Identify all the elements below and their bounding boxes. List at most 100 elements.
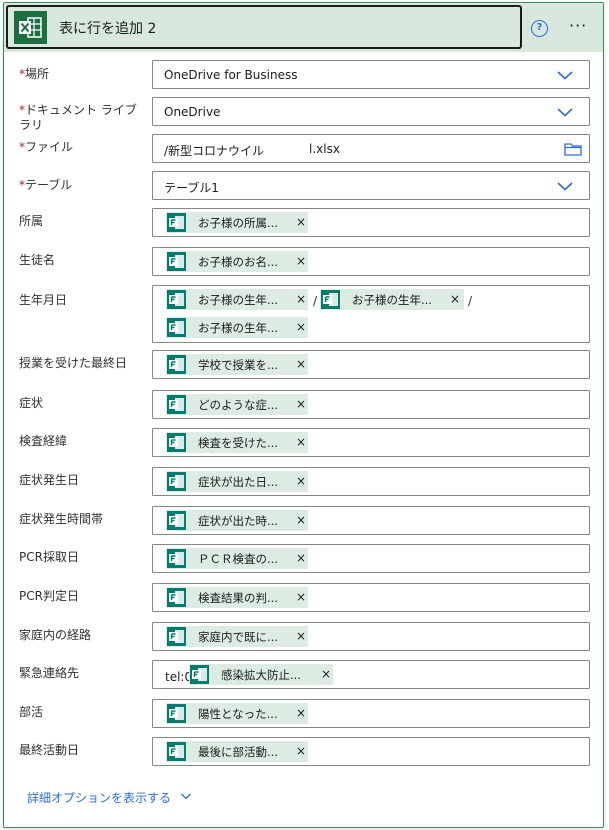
dynamic-content-token[interactable]: ＰＣＲ検査の... × (166, 548, 308, 569)
dynamic-content-token[interactable]: お子様のお名... × (166, 251, 308, 272)
forms-icon (167, 290, 186, 309)
emergency-contact-label: 緊急連絡先 (19, 666, 80, 680)
token-label: どのような症... (198, 398, 278, 412)
remove-token-icon[interactable]: × (296, 551, 306, 565)
dynamic-content-token[interactable]: 検査を受けた... × (166, 432, 308, 453)
location-dropdown[interactable]: OneDrive for Business (152, 60, 590, 89)
birthdate-input[interactable]: お子様の生年... × / お子様の生年... × / お子様の生年... × (152, 285, 590, 343)
dynamic-content-token[interactable]: 学校で授業を... × (166, 354, 308, 375)
chevron-down-icon[interactable] (556, 106, 574, 118)
table-dropdown[interactable]: テーブル1 (152, 171, 590, 200)
table-label: *テーブル (19, 178, 73, 192)
dynamic-content-token[interactable]: お子様の生年... × (166, 289, 308, 310)
dynamic-content-token[interactable]: 症状が出た時... × (166, 510, 308, 531)
forms-icon (167, 627, 186, 646)
more-options-icon[interactable]: ··· (569, 17, 593, 37)
token-label: 最後に部活動... (198, 745, 278, 759)
remove-token-icon[interactable]: × (321, 667, 331, 681)
dynamic-content-token[interactable]: 感染拡大防止... × (189, 664, 333, 685)
remove-token-icon[interactable]: × (296, 474, 306, 488)
action-card: 表に行を追加 2 ? ··· *場所 OneDrive for Business… (3, 2, 604, 828)
token-label: ＰＣＲ検査の... (198, 552, 278, 566)
last-class-label: 授業を受けた最終日 (19, 356, 128, 370)
library-label: *ドキュメント ライブラリ (19, 103, 137, 132)
last-activity-input[interactable]: 最後に部活動... × (152, 737, 590, 766)
card-title-bar[interactable]: 表に行を追加 2 (6, 5, 522, 49)
club-input[interactable]: 陽性となった... × (152, 699, 590, 728)
remove-token-icon[interactable]: × (296, 357, 306, 371)
dynamic-content-token[interactable]: 陽性となった... × (166, 703, 308, 724)
file-label: *ファイル (19, 140, 74, 154)
remove-token-icon[interactable]: × (296, 215, 306, 229)
dynamic-content-token[interactable]: お子様の所属... × (166, 212, 308, 233)
forms-icon (167, 433, 186, 452)
dynamic-content-token[interactable]: 検査結果の判... × (166, 587, 308, 608)
forms-icon (167, 318, 186, 337)
remove-token-icon[interactable]: × (296, 744, 306, 758)
home-route-input[interactable]: 家庭内で既に... × (152, 622, 590, 651)
token-label: 症状が出た時... (198, 514, 278, 528)
token-label: お子様の生年... (198, 321, 278, 335)
card-header: 表に行を追加 2 ? ··· (4, 3, 603, 52)
token-label: 検査を受けた... (198, 436, 278, 450)
dynamic-content-token[interactable]: どのような症... × (166, 394, 308, 415)
dynamic-content-token[interactable]: お子様の生年... × (320, 289, 464, 310)
symptoms-input[interactable]: どのような症... × (152, 390, 590, 419)
date-separator: / (468, 294, 473, 308)
symptoms-label: 症状 (19, 396, 44, 410)
token-label: お子様の所属... (198, 216, 278, 230)
forms-icon (167, 395, 186, 414)
chevron-down-icon[interactable] (556, 69, 574, 81)
dynamic-content-token[interactable]: 家庭内で既に... × (166, 626, 308, 647)
remove-token-icon[interactable]: × (296, 292, 306, 306)
dynamic-content-token[interactable]: 最後に部活動... × (166, 741, 308, 762)
forms-icon (167, 704, 186, 723)
forms-icon (167, 213, 186, 232)
dynamic-content-token[interactable]: お子様の生年... × (166, 317, 308, 338)
remove-token-icon[interactable]: × (296, 320, 306, 334)
location-value: OneDrive for Business (164, 68, 298, 82)
library-value: OneDrive (164, 105, 221, 119)
token-label: お子様の生年... (352, 293, 432, 307)
emergency-contact-input[interactable]: tel:0 感染拡大防止... × (152, 660, 590, 689)
remove-token-icon[interactable]: × (296, 629, 306, 643)
card-title[interactable]: 表に行を追加 2 (59, 18, 156, 38)
onset-time-input[interactable]: 症状が出た時... × (152, 506, 590, 535)
folder-icon[interactable] (564, 142, 582, 156)
token-label: 検査結果の判... (198, 591, 278, 605)
show-advanced-options-link[interactable]: 詳細オプションを表示する (27, 789, 171, 806)
dynamic-content-token[interactable]: 症状が出た日... × (166, 471, 308, 492)
library-dropdown[interactable]: OneDrive (152, 97, 590, 126)
chevron-down-icon[interactable] (180, 792, 192, 801)
onset-date-label: 症状発生日 (19, 473, 80, 487)
remove-token-icon[interactable]: × (296, 435, 306, 449)
test-history-input[interactable]: 検査を受けた... × (152, 428, 590, 457)
student-name-input[interactable]: お子様のお名... × (152, 247, 590, 276)
date-separator: / (313, 294, 318, 308)
pcr-date-input[interactable]: ＰＣＲ検査の... × (152, 544, 590, 573)
remove-token-icon[interactable]: × (296, 254, 306, 268)
forms-icon (167, 549, 186, 568)
help-icon[interactable]: ? (531, 20, 548, 37)
forms-icon (167, 742, 186, 761)
token-label: 陽性となった... (198, 707, 278, 721)
location-label: *場所 (19, 67, 50, 81)
forms-icon (321, 290, 340, 309)
token-label: お子様の生年... (198, 293, 278, 307)
pcr-date-label: PCR採取日 (19, 550, 79, 564)
onset-date-input[interactable]: 症状が出た日... × (152, 467, 590, 496)
remove-token-icon[interactable]: × (450, 292, 460, 306)
affiliation-input[interactable]: お子様の所属... × (152, 208, 590, 237)
token-label: 家庭内で既に... (198, 630, 278, 644)
pcr-result-date-input[interactable]: 検査結果の判... × (152, 583, 590, 612)
remove-token-icon[interactable]: × (296, 397, 306, 411)
last-activity-label: 最終活動日 (19, 743, 80, 757)
chevron-down-icon[interactable] (556, 180, 574, 192)
file-picker[interactable]: /新型コロナウイル l.xlsx (152, 134, 590, 163)
remove-token-icon[interactable]: × (296, 513, 306, 527)
last-class-input[interactable]: 学校で授業を... × (152, 350, 590, 379)
forms-icon (167, 472, 186, 491)
file-extension: l.xlsx (309, 142, 340, 156)
remove-token-icon[interactable]: × (296, 706, 306, 720)
remove-token-icon[interactable]: × (296, 590, 306, 604)
